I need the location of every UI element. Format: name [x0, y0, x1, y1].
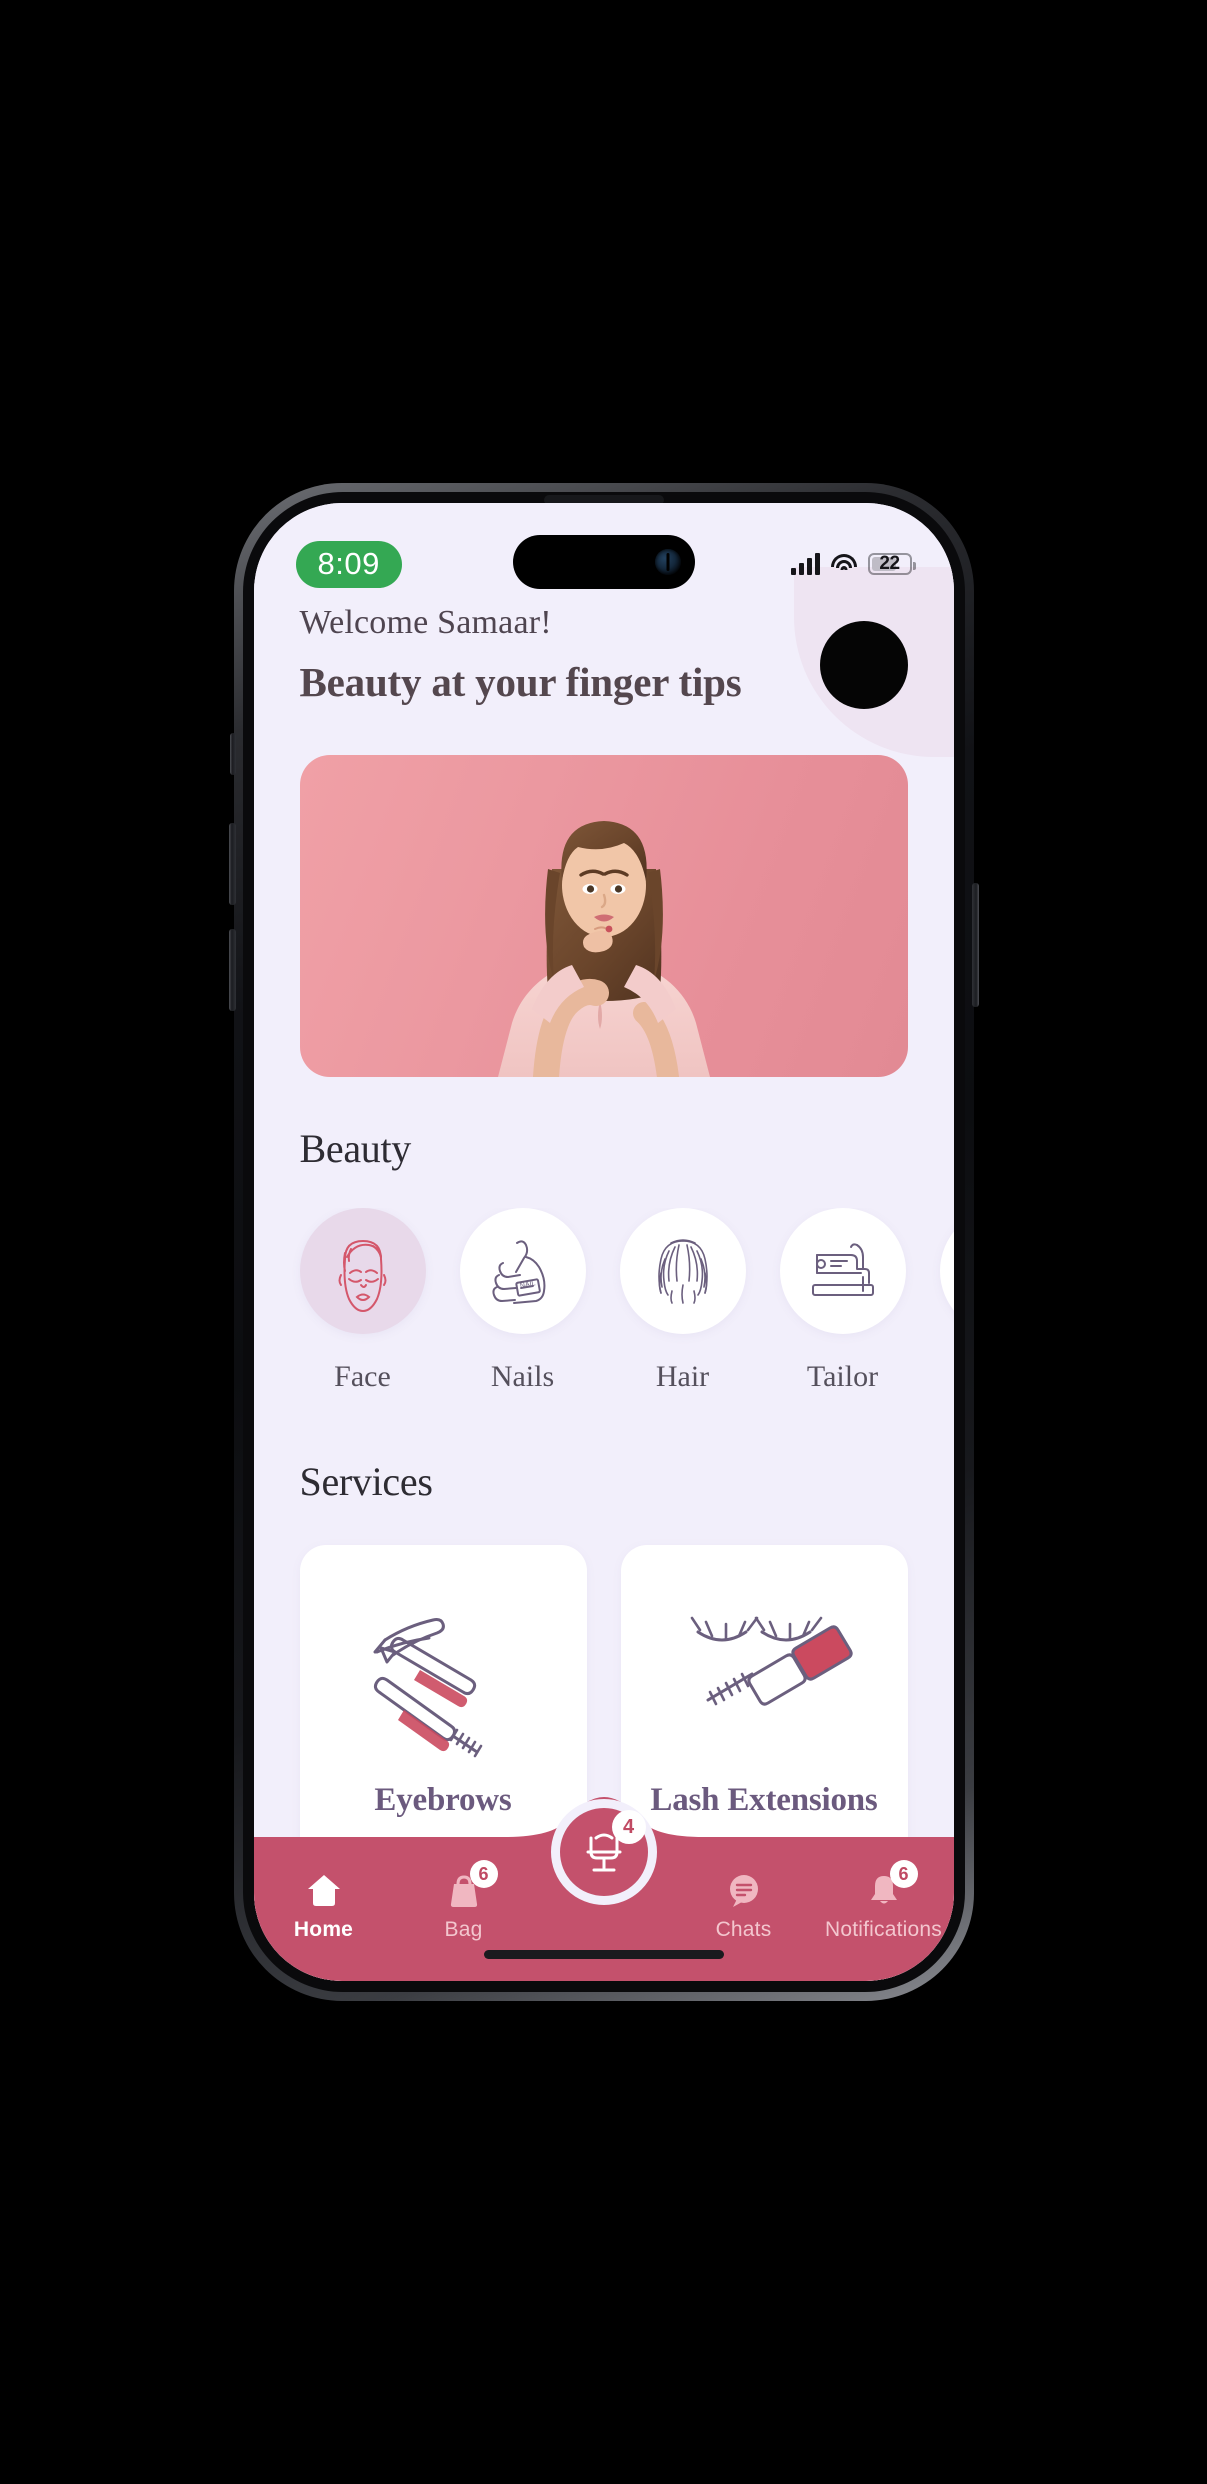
sewing-machine-icon: [811, 1243, 874, 1296]
phone-screen: Welcome Samaar! Beauty at your finger ti…: [253, 503, 954, 1981]
home-indicator[interactable]: [483, 1950, 724, 1959]
bell-icon: 6: [862, 1860, 918, 1910]
service-art: [644, 1592, 884, 1772]
volume-down-button[interactable]: [228, 929, 236, 1011]
service-art: [323, 1592, 563, 1772]
tab-home[interactable]: Home: [254, 1870, 394, 1942]
category-item-nails[interactable]: NAIL Nails: [459, 1208, 586, 1394]
category-label: St: [940, 1360, 954, 1394]
battery-percent: 22: [879, 553, 900, 574]
header-text-group: Welcome Samaar! Beauty at your finger ti…: [300, 603, 742, 706]
tab-label: Home: [293, 1918, 354, 1941]
hero-banner[interactable]: [299, 755, 908, 1077]
hair-icon: [657, 1239, 708, 1304]
svg-text:NAIL: NAIL: [519, 1280, 536, 1290]
tab-badge: 6: [889, 1860, 918, 1888]
app-root: Welcome Samaar! Beauty at your finger ti…: [253, 503, 954, 1981]
tab-bag[interactable]: 6 Bag: [394, 1860, 534, 1942]
services-section-title: Services: [299, 1459, 433, 1504]
category-item-face[interactable]: Face: [299, 1208, 426, 1394]
front-camera: [654, 549, 681, 575]
chat-bubble-icon: [722, 1870, 766, 1910]
category-icon-wrapper: [939, 1208, 954, 1334]
eyebrow-pencil-icon: [373, 1618, 483, 1758]
category-label: Hair: [655, 1360, 710, 1393]
greeting-text: Welcome Samaar!: [299, 604, 552, 641]
tab-chats[interactable]: Chats: [674, 1870, 814, 1942]
fab-badge: 4: [611, 1810, 646, 1844]
book-appointment-fab[interactable]: 4: [550, 1799, 657, 1905]
page-title: Beauty at your finger tips: [299, 658, 742, 705]
category-list[interactable]: Face NAIL Nails Hair Tailor: [254, 1208, 954, 1394]
category-item-tailor[interactable]: Tailor: [779, 1208, 906, 1394]
status-time: 8:09: [295, 540, 402, 588]
home-scroll-view[interactable]: Welcome Samaar! Beauty at your finger ti…: [254, 503, 954, 1981]
power-button[interactable]: [971, 883, 979, 1007]
tab-badge: 6: [469, 1860, 498, 1888]
category-label: Face: [334, 1360, 391, 1393]
category-item-hair[interactable]: Hair: [619, 1208, 746, 1394]
tab-label: Bag: [444, 1918, 483, 1941]
dynamic-island: [512, 535, 695, 589]
cellular-signal-icon: [790, 553, 820, 575]
wifi-icon: [830, 554, 857, 574]
phone-frame: Welcome Samaar! Beauty at your finger ti…: [228, 483, 979, 2001]
nail-polish-icon: NAIL: [491, 1240, 545, 1304]
beauty-section-title: Beauty: [299, 1126, 412, 1171]
category-item-styling[interactable]: St: [939, 1208, 954, 1394]
tab-label: Chats: [715, 1918, 772, 1941]
tab-label: Notifications: [825, 1918, 942, 1941]
battery-icon: 22: [867, 553, 916, 575]
face-icon: [338, 1239, 386, 1313]
silent-switch[interactable]: [229, 733, 236, 775]
category-icon-wrapper: [779, 1208, 906, 1334]
status-icons: 22: [790, 553, 916, 575]
category-label: Tailor: [806, 1360, 879, 1393]
tab-notifications[interactable]: 6 Notifications: [814, 1860, 954, 1942]
shopping-bag-icon: 6: [442, 1860, 498, 1910]
beauty-model-illustration: [497, 821, 710, 1077]
category-label: Nails: [490, 1360, 555, 1393]
category-icon-wrapper: [299, 1208, 426, 1334]
volume-up-button[interactable]: [228, 823, 236, 905]
category-icon-wrapper: NAIL: [459, 1208, 586, 1334]
category-icon-wrapper: [619, 1208, 746, 1334]
mascara-lashes-icon: [690, 1616, 853, 1706]
screenshot-stage: Welcome Samaar! Beauty at your finger ti…: [0, 0, 1207, 2484]
profile-avatar[interactable]: [819, 621, 908, 709]
home-icon: [302, 1870, 346, 1910]
